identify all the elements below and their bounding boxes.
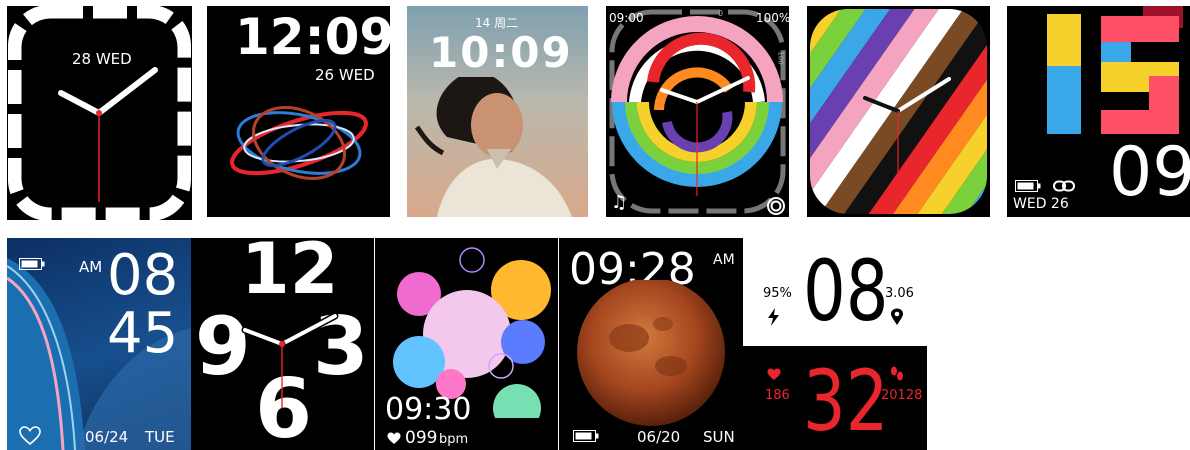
battery-icon [1015, 180, 1041, 192]
heart-outline-icon[interactable] [19, 426, 41, 446]
minute-label: 09 [1109, 133, 1190, 212]
watch-face-10[interactable]: 09:28 AM 06/20 SUN [559, 238, 743, 450]
watch-face-8[interactable]: 12 9 3 6 [191, 238, 374, 450]
watch-face-4[interactable]: 09:00 0 100% 100 ♫ [606, 6, 789, 217]
minute-label: 45 [107, 301, 179, 366]
minute-label: 32 [803, 352, 889, 450]
watch-face-7[interactable]: AM 08 45 06/24 TUE [7, 238, 191, 450]
day-label: SUN [703, 428, 735, 446]
swirl-artwork [230, 106, 368, 180]
watch-face-1[interactable]: 28 WED [7, 6, 192, 220]
battery-icon [19, 258, 45, 270]
date-label: WED 26 [1013, 196, 1069, 212]
day-label: TUE [145, 428, 175, 446]
ampm-label: AM [79, 258, 103, 276]
watch-face-6[interactable]: 15 09 WED 26 [1007, 6, 1190, 217]
hour-label: 15 [1043, 8, 1190, 128]
analog-hands [58, 67, 158, 202]
watch-face-11[interactable]: 95% 08 3.06 186 32 20128 [743, 238, 927, 450]
footprints-icon [891, 366, 903, 381]
analog-hands [241, 312, 339, 408]
battery-icon [573, 430, 599, 442]
watch-face-2[interactable]: 12:09 26 WED [207, 6, 390, 217]
bubbles-artwork [393, 247, 551, 418]
ampm-label: AM [713, 252, 735, 268]
date-label: 06/24 [85, 428, 129, 446]
time-label: 12:09 [235, 8, 390, 66]
portrait-photo [414, 77, 572, 217]
date-label: 26 WED [315, 66, 375, 84]
rainbow-stripes [810, 9, 987, 214]
music-note-icon[interactable]: ♫ [611, 192, 627, 213]
steps-value: 20128 [881, 388, 923, 403]
watch-face-9[interactable]: 09:30 099 bpm [375, 238, 558, 450]
moon-image [577, 280, 725, 426]
battery-percent: 95% [763, 286, 792, 301]
watch-face-5[interactable] [807, 6, 990, 217]
watch-face-3[interactable]: 14 周二 10:09 [407, 6, 588, 217]
distance-label: 3.06 [885, 286, 914, 301]
hour-label: 08 [803, 242, 889, 340]
bolt-icon [768, 308, 779, 326]
analog-hands [660, 76, 750, 196]
link-icon [1053, 180, 1075, 192]
heart-icon [387, 432, 401, 444]
hour-label: 08 [107, 243, 179, 308]
heart-icon [767, 368, 781, 380]
location-pin-icon [891, 308, 903, 325]
time-label: 09:30 [385, 392, 472, 427]
time-label: 10:09 [429, 28, 573, 77]
heart-rate-unit: bpm [439, 432, 469, 447]
heart-rate-value: 099 [405, 428, 438, 448]
activity-ring-icon[interactable] [766, 196, 786, 216]
date-label: 06/20 [637, 428, 681, 446]
heart-rate-value: 186 [765, 388, 790, 403]
